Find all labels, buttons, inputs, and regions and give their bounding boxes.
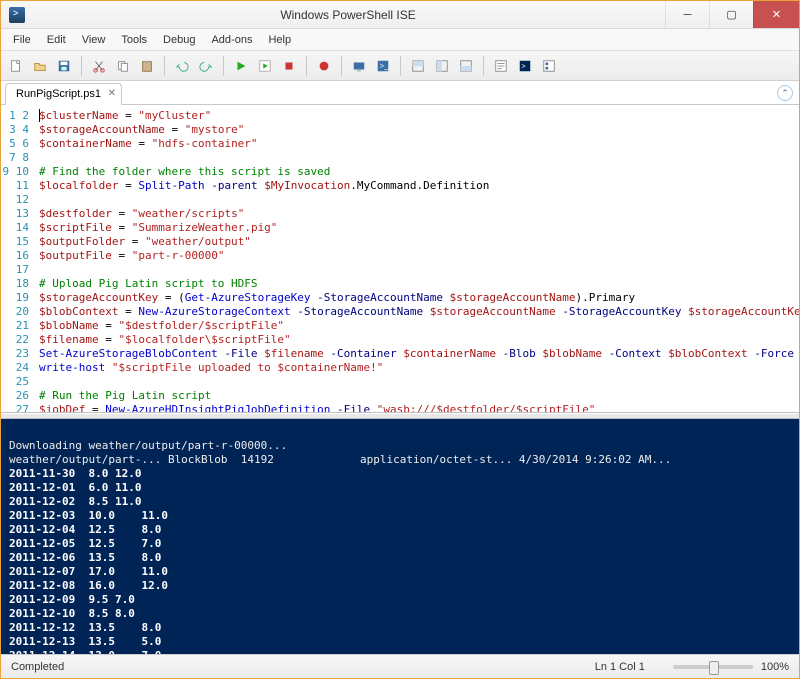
save-button[interactable] (53, 55, 75, 77)
cursor-position: Ln 1 Col 1 (595, 661, 645, 673)
show-commands-button[interactable] (538, 55, 560, 77)
menu-edit[interactable]: Edit (39, 31, 74, 49)
titlebar: Windows PowerShell ISE ─ ▢ ✕ (1, 1, 799, 29)
menu-debug[interactable]: Debug (155, 31, 203, 49)
toggle-console-button[interactable]: >_ (372, 55, 394, 77)
zoom-slider[interactable] (673, 665, 753, 669)
show-console-button[interactable]: > (514, 55, 536, 77)
maximize-button[interactable]: ▢ (709, 1, 753, 28)
tab-strip: RunPigScript.ps1 ✕ ⌃ (1, 81, 799, 105)
app-window: Windows PowerShell ISE ─ ▢ ✕ FileEditVie… (0, 0, 800, 679)
redo-button[interactable] (195, 55, 217, 77)
svg-text:>: > (522, 63, 526, 70)
stop-button[interactable] (278, 55, 300, 77)
status-text: Completed (11, 661, 64, 673)
cut-button[interactable] (88, 55, 110, 77)
layout-1-button[interactable] (407, 55, 429, 77)
undo-button[interactable] (171, 55, 193, 77)
breakpoint-button[interactable] (313, 55, 335, 77)
script-editor[interactable]: 1 2 3 4 5 6 7 8 9 10 11 12 13 14 15 16 1… (1, 105, 799, 413)
window-title: Windows PowerShell ISE (280, 8, 415, 22)
collapse-script-pane-icon[interactable]: ⌃ (777, 85, 793, 101)
tab-label: RunPigScript.ps1 (16, 88, 101, 100)
code-area[interactable]: $clusterName = "myCluster" $storageAccou… (35, 105, 799, 412)
new-button[interactable] (5, 55, 27, 77)
show-script-button[interactable] (490, 55, 512, 77)
run-button[interactable] (230, 55, 252, 77)
remote-button[interactable] (348, 55, 370, 77)
tab-runpigscript[interactable]: RunPigScript.ps1 ✕ (5, 83, 122, 105)
minimize-button[interactable]: ─ (665, 1, 709, 28)
console-pane[interactable]: Downloading weather/output/part-r-00000.… (1, 419, 799, 654)
copy-button[interactable] (112, 55, 134, 77)
close-button[interactable]: ✕ (753, 1, 799, 28)
status-bar: Completed Ln 1 Col 1 100% (1, 654, 799, 678)
menubar: FileEditViewToolsDebugAdd-onsHelp (1, 29, 799, 51)
paste-button[interactable] (136, 55, 158, 77)
svg-text:>_: >_ (380, 61, 390, 70)
menu-view[interactable]: View (74, 31, 114, 49)
layout-3-button[interactable] (455, 55, 477, 77)
app-icon (9, 7, 25, 23)
line-number-gutter: 1 2 3 4 5 6 7 8 9 10 11 12 13 14 15 16 1… (1, 105, 35, 412)
menu-tools[interactable]: Tools (113, 31, 155, 49)
tab-close-icon[interactable]: ✕ (108, 88, 116, 99)
toolbar: >_ > (1, 51, 799, 81)
open-button[interactable] (29, 55, 51, 77)
run-selection-button[interactable] (254, 55, 276, 77)
menu-add-ons[interactable]: Add-ons (203, 31, 260, 49)
layout-2-button[interactable] (431, 55, 453, 77)
menu-help[interactable]: Help (260, 31, 299, 49)
zoom-level: 100% (761, 661, 789, 673)
menu-file[interactable]: File (5, 31, 39, 49)
